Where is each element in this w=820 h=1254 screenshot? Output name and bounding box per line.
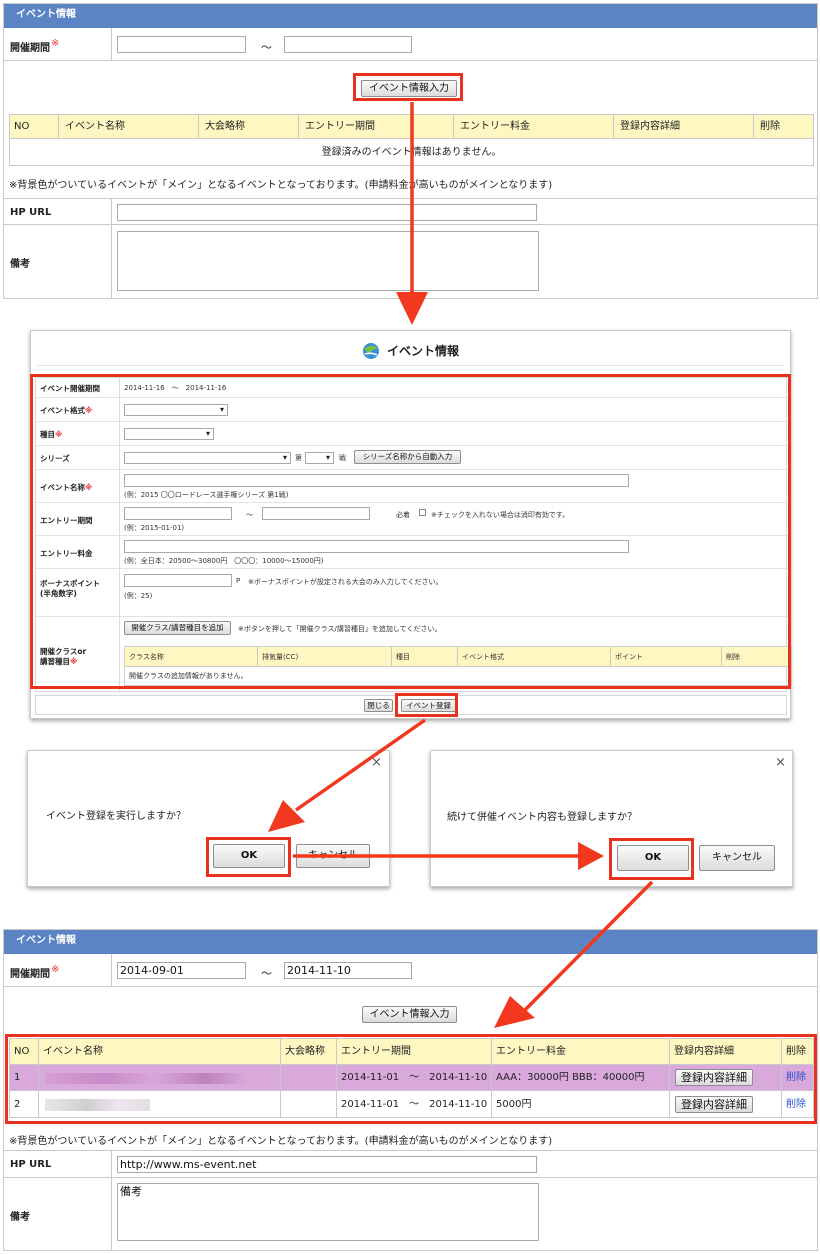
arrow-to-dialog1 (294, 718, 427, 812)
arrow-head (494, 996, 535, 1028)
arrow-to-result (523, 880, 654, 1012)
arrow-head (268, 800, 305, 832)
flow-arrows (268, 102, 654, 1028)
arrow-head (578, 842, 604, 870)
arrow-head (396, 292, 428, 325)
